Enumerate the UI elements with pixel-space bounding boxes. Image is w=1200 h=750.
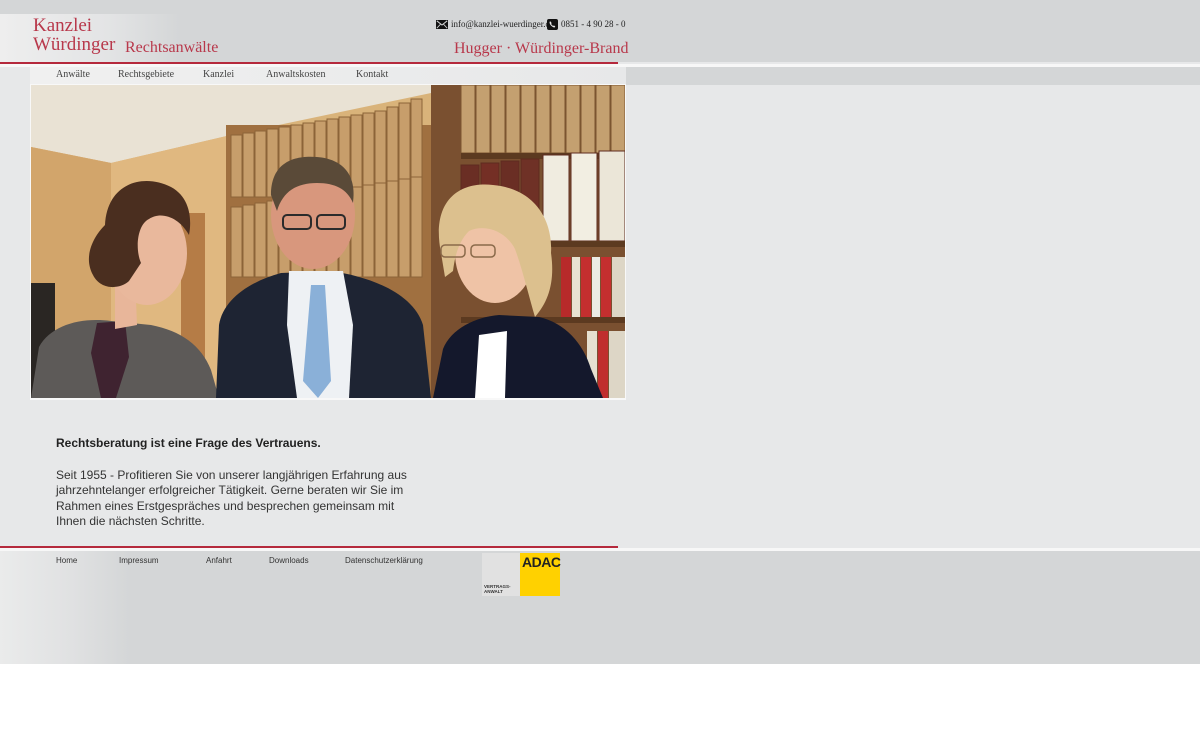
main-nav: Anwälte Rechtsgebiete Kanzlei Anwaltskos…: [30, 67, 626, 84]
adac-badge-right: ADAC: [520, 553, 561, 596]
nav-item-rechtsgebiete[interactable]: Rechtsgebiete: [118, 69, 174, 80]
contact-phone[interactable]: 0851 - 4 90 28 - 0: [547, 17, 626, 31]
page-headline: Rechtsberatung ist eine Frage des Vertra…: [56, 436, 321, 450]
adac-badge-subtitle: VERTRAGS-ANWALT: [484, 584, 511, 594]
intro-text: Seit 1955 - Profitieren Sie von unserer …: [56, 468, 407, 528]
logo-subtitle: Rechtsanwälte: [125, 39, 219, 56]
team-photo: [31, 85, 625, 398]
phone-icon: [547, 18, 558, 30]
footer-link-downloads[interactable]: Downloads: [269, 556, 309, 565]
envelope-icon: [436, 19, 448, 29]
footer-link-datenschutz[interactable]: Datenschutzerklärung: [345, 556, 423, 565]
footer-link-home[interactable]: Home: [56, 556, 77, 565]
logo-kanzlei: Kanzlei: [33, 15, 93, 36]
footer-band: [0, 551, 1200, 664]
contact-email[interactable]: info@kanzlei-wuerdinger.de: [436, 17, 554, 31]
adac-badge-left: VERTRAGS-ANWALT: [482, 553, 520, 596]
phone-text: 0851 - 4 90 28 - 0: [561, 19, 626, 29]
email-text: info@kanzlei-wuerdinger.de: [451, 19, 554, 29]
partner-names: Hugger · Würdinger-Brand: [454, 40, 629, 57]
logo-name: Würdinger: [33, 34, 116, 55]
site-logo[interactable]: Kanzlei Würdinger: [33, 16, 115, 54]
footer-link-anfahrt[interactable]: Anfahrt: [206, 556, 232, 565]
hero-image: [31, 85, 625, 398]
footer-link-impressum[interactable]: Impressum: [119, 556, 159, 565]
nav-item-anwaltskosten[interactable]: Anwaltskosten: [266, 69, 325, 80]
nav-item-kontakt[interactable]: Kontakt: [356, 69, 388, 80]
nav-item-anwaelte[interactable]: Anwälte: [56, 69, 90, 80]
nav-item-kanzlei[interactable]: Kanzlei: [203, 69, 234, 80]
adac-badge[interactable]: VERTRAGS-ANWALT ADAC: [482, 553, 561, 596]
nav-band-right: [626, 67, 1200, 85]
footer-left-fade: [0, 551, 130, 664]
adac-logo-text: ADAC: [522, 554, 561, 570]
